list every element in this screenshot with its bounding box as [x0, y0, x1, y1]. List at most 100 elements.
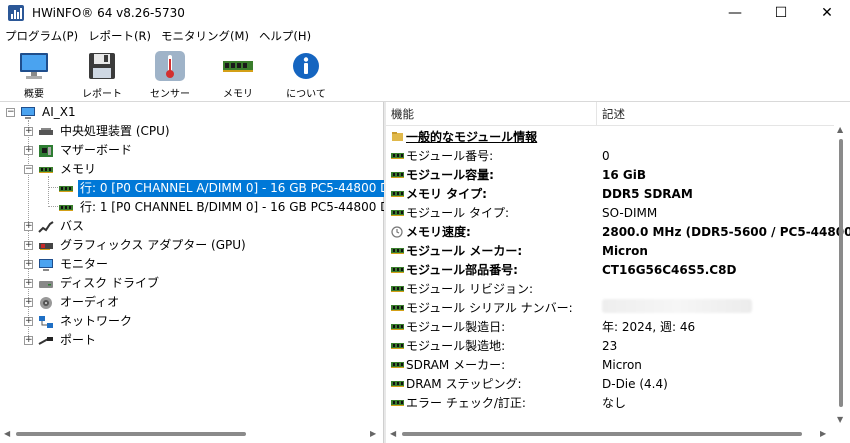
- expand-toggle[interactable]: +: [24, 260, 33, 269]
- memory-label: メモリ: [223, 89, 253, 100]
- monitor-icon: [17, 50, 51, 82]
- tree-item-ports[interactable]: + ポート: [24, 331, 98, 350]
- collapse-toggle[interactable]: −: [24, 165, 33, 174]
- memory-module-icon: [58, 201, 74, 215]
- expand-toggle[interactable]: +: [24, 317, 33, 326]
- info-icon: [289, 50, 323, 82]
- expand-toggle[interactable]: +: [24, 222, 33, 231]
- menu-help[interactable]: ヘルプ(H): [254, 26, 316, 46]
- tree-item-network[interactable]: + ネットワーク: [24, 312, 134, 331]
- property-row[interactable]: モジュール製造地: 23: [386, 336, 834, 355]
- summary-label: 概要: [24, 89, 44, 100]
- property-value: SO-DIMM: [602, 205, 658, 220]
- property-name: 一般的なモジュール情報: [406, 130, 538, 144]
- details-vertical-scrollbar[interactable]: ▲ ▼: [834, 125, 848, 425]
- memory-module-icon: [391, 283, 404, 293]
- scrollbar-thumb[interactable]: [402, 432, 802, 436]
- tree-horizontal-scrollbar[interactable]: ◀ ▶: [0, 425, 384, 443]
- title-bar: HWiNFO® 64 v8.26-5730 — ☐ ✕: [0, 0, 850, 26]
- property-row[interactable]: モジュール容量: 16 GiB: [386, 165, 834, 184]
- scroll-left-arrow[interactable]: ◀: [4, 429, 10, 438]
- maximize-button[interactable]: ☐: [758, 0, 804, 26]
- property-row[interactable]: モジュール タイプ: SO-DIMM: [386, 203, 834, 222]
- report-button[interactable]: レポート: [68, 46, 136, 102]
- memory-module-icon: [391, 340, 404, 350]
- section-header-row[interactable]: 一般的なモジュール情報: [386, 127, 834, 146]
- hwinfo-app-icon: [8, 5, 24, 21]
- tree-item-bus[interactable]: + バス: [24, 217, 86, 236]
- property-name: SDRAM メーカー:: [406, 358, 506, 372]
- property-row[interactable]: DRAM ステッピング: D-Die (4.4): [386, 374, 834, 393]
- property-row[interactable]: モジュール シリアル ナンバー:: [386, 298, 834, 317]
- expand-toggle[interactable]: +: [24, 298, 33, 307]
- device-tree-pane[interactable]: − AI_X1 + 中央処理装置 (CPU) + マザーボード − メモリ 行:…: [0, 102, 417, 443]
- property-row[interactable]: モジュール リビジョン:: [386, 279, 834, 298]
- menu-report[interactable]: レポート(R): [83, 26, 156, 46]
- property-name: モジュール リビジョン:: [406, 282, 534, 296]
- tree-item-monitor[interactable]: + モニター: [24, 255, 110, 274]
- expand-toggle[interactable]: +: [24, 336, 33, 345]
- tree-item-memory[interactable]: − メモリ: [24, 160, 98, 179]
- property-value: 2800.0 MHz (DDR5-5600 / PC5-44800): [602, 224, 850, 239]
- menu-monitoring[interactable]: モニタリング(M): [156, 26, 254, 46]
- thermometer-icon: [153, 50, 187, 82]
- property-name: モジュール シリアル ナンバー:: [406, 301, 573, 315]
- property-name: メモリ速度:: [406, 225, 471, 239]
- scroll-down-arrow[interactable]: ▼: [837, 415, 843, 424]
- tree-item-cpu[interactable]: + 中央処理装置 (CPU): [24, 122, 172, 141]
- scrollbar-thumb[interactable]: [839, 139, 843, 407]
- property-name: モジュール番号:: [406, 149, 494, 163]
- memory-module-icon: [391, 378, 404, 388]
- tree-item-dimm-0[interactable]: 行: 0 [P0 CHANNEL A/DIMM 0] - 16 GB PC5-4…: [58, 179, 417, 198]
- property-row[interactable]: モジュール部品番号: CT16G56C46S5.C8D: [386, 260, 834, 279]
- cpu-icon: [38, 125, 54, 139]
- expand-toggle[interactable]: +: [24, 241, 33, 250]
- memory-module-icon: [391, 321, 404, 331]
- column-header-description[interactable]: 記述: [602, 106, 625, 122]
- property-value: 年: 2024, 週: 46: [602, 320, 696, 334]
- tree-root[interactable]: − AI_X1: [6, 103, 78, 122]
- memory-module-icon: [391, 207, 404, 217]
- column-header-feature[interactable]: 機能: [391, 106, 414, 122]
- property-row[interactable]: モジュール メーカー: Micron: [386, 241, 834, 260]
- about-button[interactable]: について: [272, 46, 340, 102]
- summary-button[interactable]: 概要: [0, 46, 68, 102]
- scrollbar-thumb[interactable]: [16, 432, 246, 436]
- property-row[interactable]: SDRAM メーカー: Micron: [386, 355, 834, 374]
- tree-item-motherboard[interactable]: + マザーボード: [24, 141, 134, 160]
- bus-icon: [38, 220, 54, 234]
- tree-item-gpu[interactable]: + グラフィックス アダプター (GPU): [24, 236, 248, 255]
- tree-item-audio[interactable]: + オーディオ: [24, 293, 121, 312]
- tree-item-dimm-1[interactable]: 行: 1 [P0 CHANNEL B/DIMM 0] - 16 GB PC5-4…: [58, 198, 417, 217]
- scroll-up-arrow[interactable]: ▲: [837, 125, 843, 134]
- toolbar: 概要 レポート センサー メモリ について: [0, 46, 850, 102]
- close-button[interactable]: ✕: [804, 0, 850, 26]
- details-pane[interactable]: 機能 記述 一般的なモジュール情報モジュール番号: 0 モジュール容量: 16 GiB…: [386, 102, 850, 443]
- expand-toggle[interactable]: +: [24, 279, 33, 288]
- property-row[interactable]: メモリ タイプ: DDR5 SDRAM: [386, 184, 834, 203]
- property-value: Micron: [602, 243, 648, 258]
- expand-toggle[interactable]: +: [24, 127, 33, 136]
- memory-button[interactable]: メモリ: [204, 46, 272, 102]
- expand-toggle[interactable]: +: [24, 146, 33, 155]
- property-row[interactable]: メモリ速度: 2800.0 MHz (DDR5-5600 / PC5-44800): [386, 222, 850, 241]
- details-horizontal-scrollbar[interactable]: ◀ ▶: [386, 425, 850, 443]
- scroll-right-arrow[interactable]: ▶: [820, 429, 826, 438]
- redacted-value: [602, 299, 752, 316]
- scroll-right-arrow[interactable]: ▶: [370, 429, 376, 438]
- audio-icon: [38, 296, 54, 310]
- minimize-button[interactable]: —: [712, 0, 758, 26]
- memory-module-icon: [391, 150, 404, 160]
- sensors-button[interactable]: センサー: [136, 46, 204, 102]
- menu-program[interactable]: プログラム(P): [0, 26, 83, 46]
- property-name: メモリ タイプ:: [406, 187, 487, 201]
- memory-module-icon: [391, 359, 404, 369]
- collapse-toggle[interactable]: −: [6, 108, 15, 117]
- gpu-icon: [38, 239, 54, 253]
- property-row[interactable]: エラー チェック/訂正: なし: [386, 393, 834, 412]
- tree-item-disk-drives[interactable]: + ディスク ドライブ: [24, 274, 161, 293]
- property-row[interactable]: モジュール番号: 0: [386, 146, 834, 165]
- property-row[interactable]: モジュール製造日: 年: 2024, 週: 46: [386, 317, 834, 336]
- tree-item-label: グラフィックス アダプター (GPU): [60, 238, 246, 252]
- scroll-left-arrow[interactable]: ◀: [390, 429, 396, 438]
